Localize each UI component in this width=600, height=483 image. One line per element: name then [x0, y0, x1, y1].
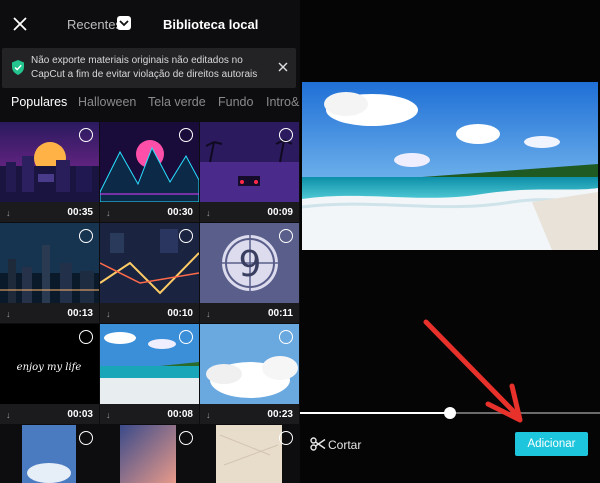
select-circle[interactable] [179, 330, 193, 344]
cut-label: Cortar [328, 438, 362, 452]
chevron-down-icon[interactable] [117, 16, 131, 30]
tab-local-library[interactable]: Biblioteca local [163, 17, 258, 32]
media-item[interactable]: ↓ 00:10 [100, 223, 199, 323]
tab-recent[interactable]: Recentes [67, 17, 122, 32]
select-circle[interactable] [279, 330, 293, 344]
duration-label: 00:11 [267, 308, 293, 319]
copyright-notice: Não exporte materiais originais não edit… [2, 48, 296, 88]
download-icon[interactable]: ↓ [6, 410, 11, 420]
tab-intro[interactable]: Intro& [266, 95, 299, 109]
tab-halloween[interactable]: Halloween [78, 95, 136, 109]
download-icon[interactable]: ↓ [106, 410, 111, 420]
timeline-progress [300, 412, 450, 414]
media-item[interactable]: ↓ 00:23 [200, 324, 299, 424]
select-circle[interactable] [79, 128, 93, 142]
media-item[interactable] [200, 425, 299, 483]
select-circle[interactable] [279, 431, 293, 445]
media-item[interactable]: ↓ 00:08 [100, 324, 199, 424]
duration-label: 00:09 [267, 207, 293, 218]
media-item[interactable]: ↓ 00:09 [200, 122, 299, 222]
duration-label: 00:08 [167, 409, 193, 420]
media-item[interactable]: ↓ 00:13 [0, 223, 99, 323]
download-icon[interactable]: ↓ [106, 208, 111, 218]
tab-tela-verde[interactable]: Tela verde [148, 95, 206, 109]
handwriting-text: enjoy my life [17, 362, 82, 373]
duration-label: 00:10 [167, 308, 193, 319]
select-circle[interactable] [279, 229, 293, 243]
timeline-remaining [450, 412, 600, 414]
tab-populares[interactable]: Populares [11, 95, 67, 109]
video-preview[interactable] [302, 82, 598, 250]
preview-panel: Cortar Adicionar [300, 0, 600, 483]
tab-fundo[interactable]: Fundo [218, 95, 253, 109]
duration-label: 00:13 [67, 308, 93, 319]
timeline-scrubber[interactable] [444, 407, 456, 419]
category-tabs: Populares Halloween Tela verde Fundo Int… [0, 92, 300, 116]
close-icon[interactable] [10, 14, 30, 34]
duration-label: 00:30 [167, 207, 193, 218]
countdown-number: 9 [239, 244, 262, 285]
select-circle[interactable] [79, 431, 93, 445]
playback-timeline[interactable] [300, 407, 600, 419]
select-circle[interactable] [179, 229, 193, 243]
duration-label: 00:03 [67, 409, 93, 420]
media-item[interactable]: ↓ 00:30 [100, 122, 199, 222]
media-item[interactable]: enjoy my life ↓ 00:03 [0, 324, 99, 424]
select-circle[interactable] [79, 330, 93, 344]
select-circle[interactable] [179, 128, 193, 142]
download-icon[interactable]: ↓ [206, 410, 211, 420]
download-icon[interactable]: ↓ [6, 208, 11, 218]
notice-close-icon[interactable] [278, 62, 288, 72]
select-circle[interactable] [179, 431, 193, 445]
duration-label: 00:35 [67, 207, 93, 218]
add-button[interactable]: Adicionar [515, 432, 588, 456]
scissors-icon [310, 437, 326, 451]
download-icon[interactable]: ↓ [6, 309, 11, 319]
select-circle[interactable] [79, 229, 93, 243]
duration-label: 00:23 [267, 409, 293, 420]
notice-text: Não exporte materiais originais não edit… [31, 55, 258, 80]
library-header: Recentes Biblioteca local [0, 0, 300, 48]
media-item[interactable]: ↓ 00:35 [0, 122, 99, 222]
media-library-panel: Recentes Biblioteca local Não exporte ma… [0, 0, 300, 483]
download-icon[interactable]: ↓ [206, 309, 211, 319]
media-item[interactable] [100, 425, 199, 483]
media-item[interactable]: 9 ↓ 00:11 [200, 223, 299, 323]
download-icon[interactable]: ↓ [106, 309, 111, 319]
select-circle[interactable] [279, 128, 293, 142]
shield-icon [12, 60, 24, 75]
download-icon[interactable]: ↓ [206, 208, 211, 218]
media-item[interactable] [0, 425, 99, 483]
